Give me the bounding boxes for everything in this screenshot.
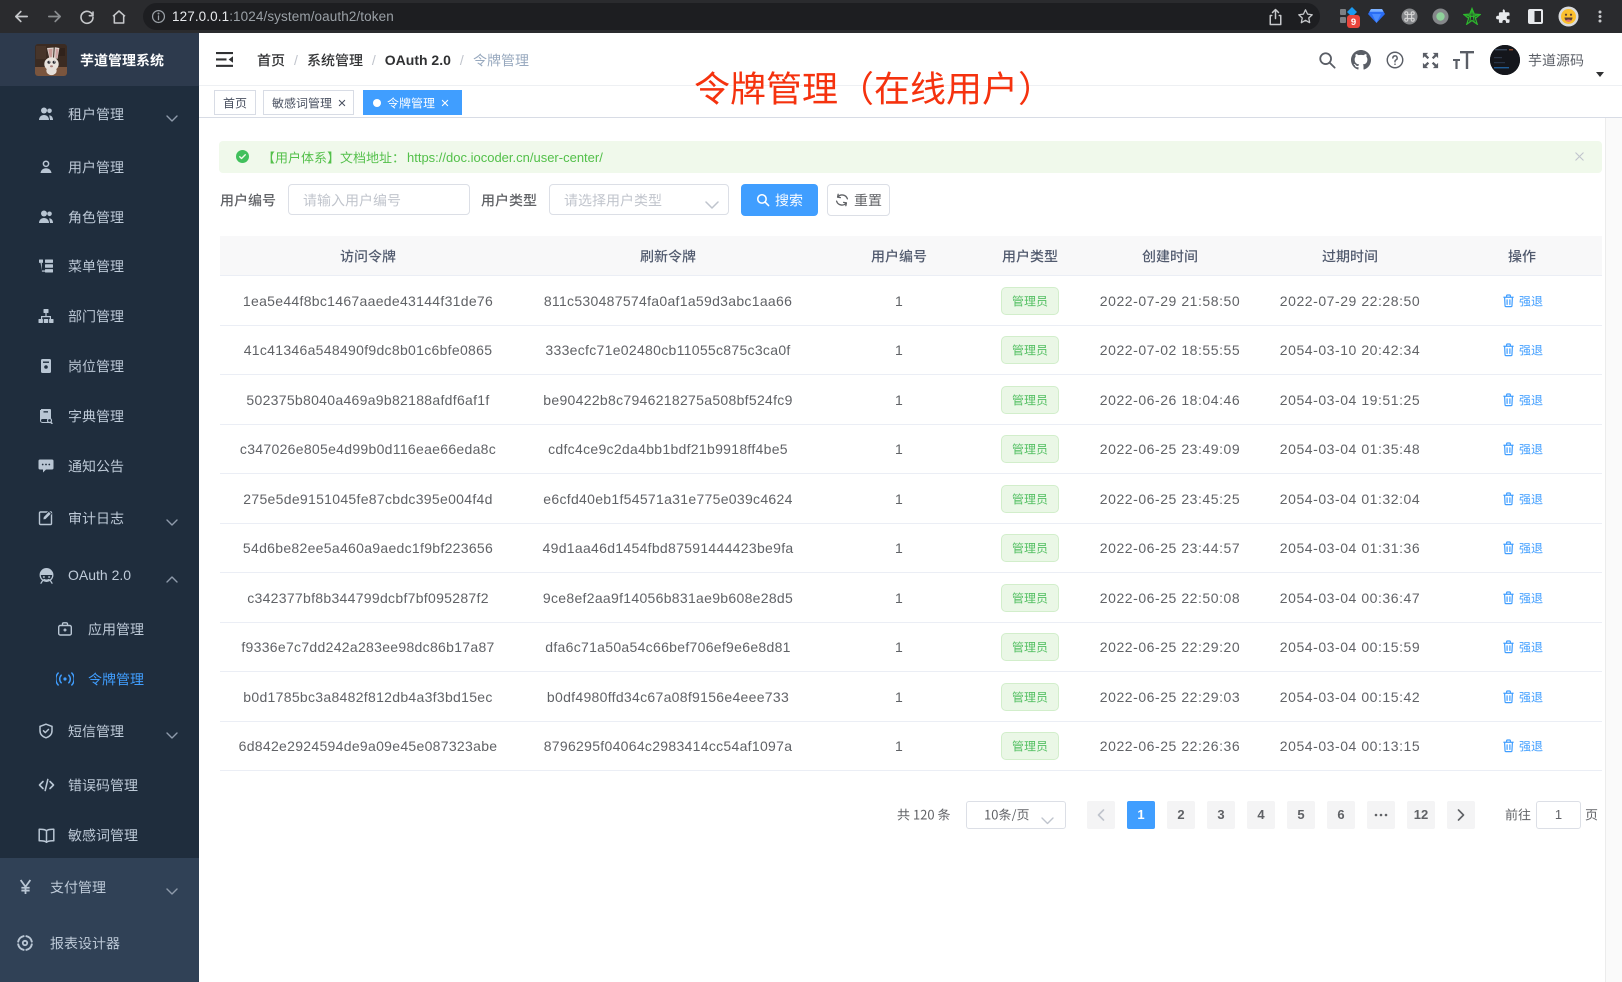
svg-text:9: 9 <box>1351 17 1356 28</box>
